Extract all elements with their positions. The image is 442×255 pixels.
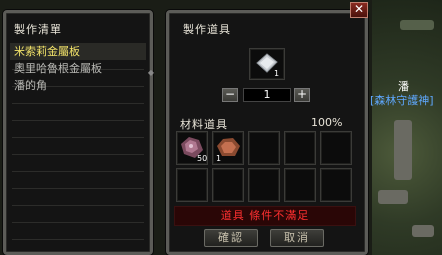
material-slot[interactable] xyxy=(212,168,244,202)
product-slot[interactable]: 1 xyxy=(249,48,285,80)
material-slot[interactable]: 50 xyxy=(176,131,208,165)
material-slot[interactable] xyxy=(320,131,352,165)
material-slot[interactable] xyxy=(284,131,316,165)
material-slot[interactable] xyxy=(284,168,316,202)
list-item[interactable]: 奧里哈魯根金屬板 xyxy=(10,60,146,77)
material-slot[interactable] xyxy=(248,168,280,202)
craft-list-panel: 製作清單 米索莉金屬板 奧里哈魯根金屬板 潘的角 ◆ xyxy=(3,10,155,255)
material-count: 1 xyxy=(216,154,222,163)
decrease-button[interactable]: − xyxy=(222,88,238,102)
material-slot[interactable] xyxy=(248,131,280,165)
craft-title: 製作道具 xyxy=(183,23,231,36)
list-title: 製作清單 xyxy=(14,23,62,36)
close-button[interactable]: ✕ xyxy=(350,2,368,18)
quantity-input[interactable]: 1 xyxy=(243,88,291,102)
increase-button[interactable]: + xyxy=(294,88,310,102)
confirm-button[interactable]: 確認 xyxy=(204,229,258,247)
game-world-view xyxy=(372,0,442,255)
success-rate: 100% xyxy=(311,116,343,129)
material-slot[interactable]: 1 xyxy=(212,131,244,165)
list-item[interactable]: 潘的角 xyxy=(10,77,146,94)
product-count: 1 xyxy=(274,69,280,78)
materials-title: 材料道具 xyxy=(180,118,228,131)
material-count: 50 xyxy=(197,154,208,163)
material-slot[interactable] xyxy=(320,168,352,202)
player-guild: [森林守護神] xyxy=(370,94,434,107)
cancel-button[interactable]: 取消 xyxy=(270,229,324,247)
list-item[interactable]: 米索莉金屬板 xyxy=(10,43,146,60)
scroll-handle-icon[interactable]: ◆ xyxy=(147,68,155,86)
material-slot[interactable] xyxy=(176,168,208,202)
condition-warning: 道具 條件不滿足 xyxy=(174,206,356,226)
